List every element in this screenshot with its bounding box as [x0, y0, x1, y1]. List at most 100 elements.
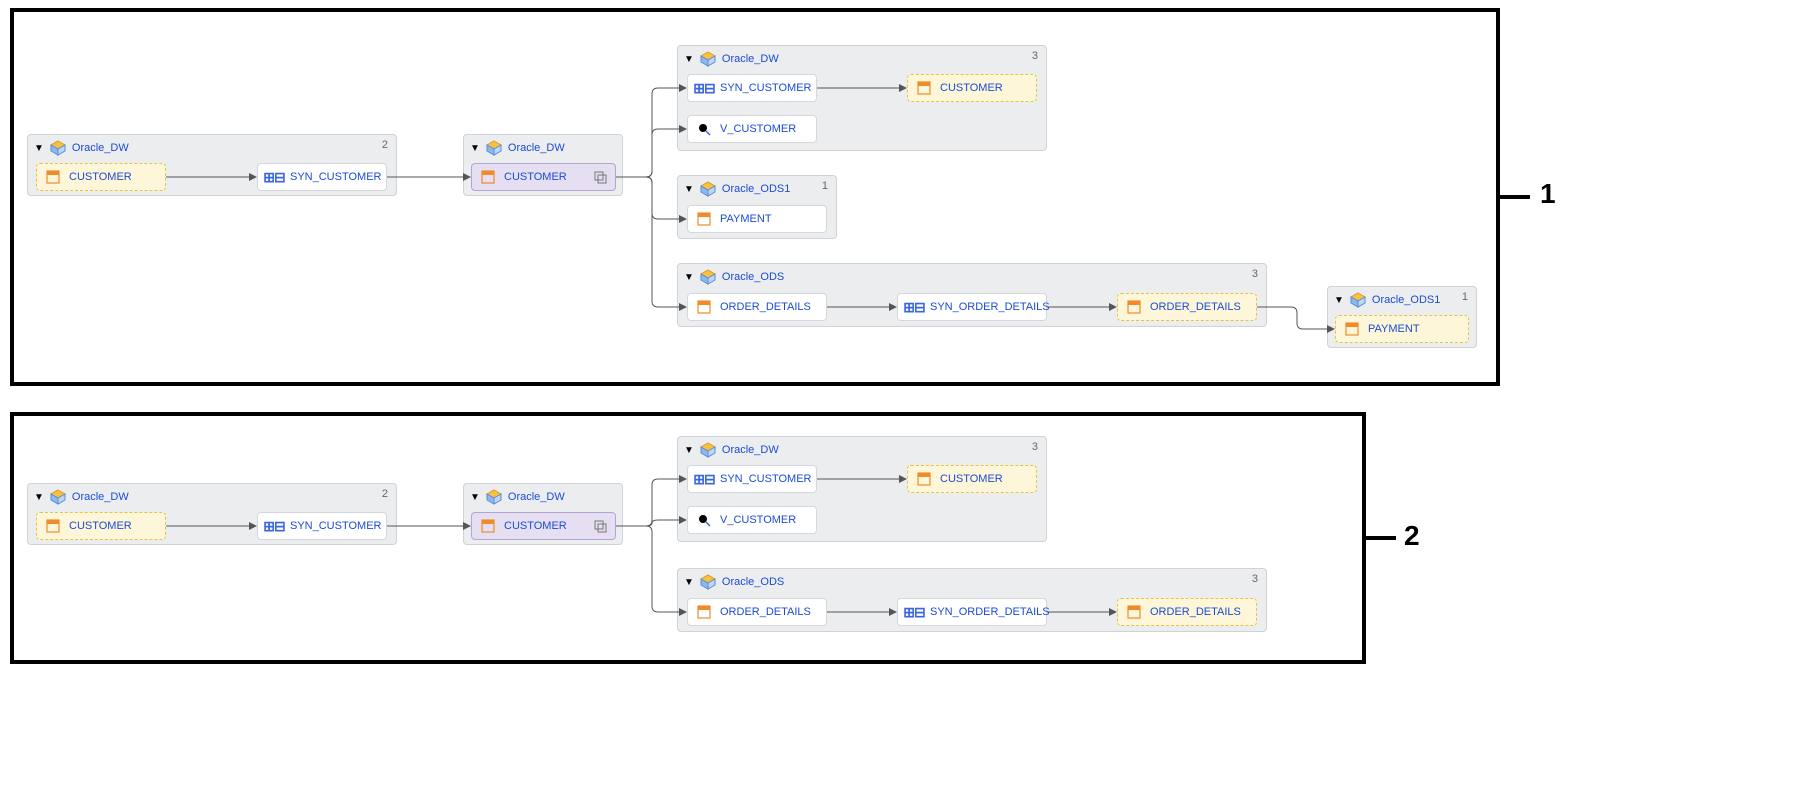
table-icon [916, 471, 932, 487]
container-title: Oracle_DW [72, 142, 129, 154]
node-customer-source[interactable]: CUSTOMER [36, 163, 166, 191]
node-label: SYN_CUSTOMER [720, 82, 811, 94]
container-title: Oracle_ODS1 [722, 183, 790, 195]
container-title: Oracle_ODS [722, 576, 784, 588]
node-label: ORDER_DETAILS [720, 606, 811, 618]
node-order-details-1[interactable]: ORDER_DETAILS [687, 598, 827, 626]
container-title: Oracle_ODS [722, 271, 784, 283]
panel-2-label-dash [1366, 536, 1396, 540]
table-icon [480, 169, 496, 185]
datasource-cube-icon [700, 574, 716, 590]
table-icon [696, 604, 712, 620]
collapse-triangle-icon[interactable]: ▼ [684, 54, 694, 65]
container-title: Oracle_DW [722, 444, 779, 456]
node-label: CUSTOMER [504, 171, 567, 183]
node-v-customer[interactable]: V_CUSTOMER [687, 506, 817, 534]
node-syn-customer-1[interactable]: ⊞⊟ SYN_CUSTOMER [257, 512, 387, 540]
table-icon [45, 169, 61, 185]
node-label: SYN_CUSTOMER [290, 520, 381, 532]
node-label: V_CUSTOMER [720, 123, 796, 135]
table-icon [480, 518, 496, 534]
collapse-triangle-icon[interactable]: ▼ [1334, 295, 1344, 306]
table-icon [916, 80, 932, 96]
container-title: Oracle_ODS1 [1372, 294, 1440, 306]
node-label: CUSTOMER [69, 171, 132, 183]
node-syn-customer-2[interactable]: ⊞⊟ SYN_CUSTOMER [687, 74, 817, 102]
copy-icon [593, 170, 607, 184]
synonym-icon: ⊞⊟ [906, 299, 922, 315]
table-icon [1344, 321, 1360, 337]
datasource-cube-icon [50, 489, 66, 505]
node-label: PAYMENT [720, 213, 772, 225]
datasource-cube-icon [700, 442, 716, 458]
node-label: CUSTOMER [940, 473, 1003, 485]
datasource-cube-icon [700, 51, 716, 67]
node-syn-order-details[interactable]: ⊞⊟ SYN_ORDER_DETAILS [897, 293, 1047, 321]
datasource-cube-icon [700, 269, 716, 285]
container-badge: 3 [1032, 441, 1038, 453]
container-title: Oracle_DW [508, 142, 565, 154]
container-badge: 3 [1252, 573, 1258, 585]
collapse-triangle-icon[interactable]: ▼ [684, 577, 694, 588]
datasource-cube-icon [486, 489, 502, 505]
synonym-icon: ⊞⊟ [266, 169, 282, 185]
node-label: SYN_CUSTOMER [290, 171, 381, 183]
node-payment-2[interactable]: PAYMENT [1335, 315, 1469, 343]
table-icon [1126, 604, 1142, 620]
panel-1-label: 1 [1540, 178, 1556, 210]
node-order-details-2[interactable]: ORDER_DETAILS [1117, 293, 1257, 321]
node-syn-customer-1[interactable]: ⊞⊟ SYN_CUSTOMER [257, 163, 387, 191]
datasource-cube-icon [700, 181, 716, 197]
container-badge: 1 [822, 180, 828, 192]
diagram-canvas: 1 ▼ Oracle_DW 2 CUSTOMER ⊞⊟ SYN_CUSTOMER… [0, 0, 1806, 808]
container-badge: 2 [382, 488, 388, 500]
node-order-details-1[interactable]: ORDER_DETAILS [687, 293, 827, 321]
synonym-icon: ⊞⊟ [906, 604, 922, 620]
container-badge: 1 [1462, 291, 1468, 303]
node-label: V_CUSTOMER [720, 514, 796, 526]
node-v-customer[interactable]: V_CUSTOMER [687, 115, 817, 143]
panel-2-label: 2 [1404, 520, 1420, 552]
node-payment-1[interactable]: PAYMENT [687, 205, 827, 233]
collapse-triangle-icon[interactable]: ▼ [684, 272, 694, 283]
node-customer-source[interactable]: CUSTOMER [36, 512, 166, 540]
datasource-cube-icon [50, 140, 66, 156]
table-icon [696, 299, 712, 315]
view-icon [696, 121, 712, 137]
panel-1-label-dash [1500, 195, 1530, 199]
node-order-details-2[interactable]: ORDER_DETAILS [1117, 598, 1257, 626]
node-label: ORDER_DETAILS [1150, 301, 1241, 313]
node-syn-customer-2[interactable]: ⊞⊟ SYN_CUSTOMER [687, 465, 817, 493]
collapse-triangle-icon[interactable]: ▼ [684, 184, 694, 195]
container-badge: 3 [1032, 50, 1038, 62]
node-customer-mid[interactable]: CUSTOMER [471, 512, 616, 540]
view-icon [696, 512, 712, 528]
node-customer-target[interactable]: CUSTOMER [907, 465, 1037, 493]
collapse-triangle-icon[interactable]: ▼ [34, 143, 44, 154]
node-label: PAYMENT [1368, 323, 1420, 335]
collapse-triangle-icon[interactable]: ▼ [684, 445, 694, 456]
container-badge: 2 [382, 139, 388, 151]
node-label: CUSTOMER [940, 82, 1003, 94]
node-customer-mid[interactable]: CUSTOMER [471, 163, 616, 191]
copy-icon [593, 519, 607, 533]
collapse-triangle-icon[interactable]: ▼ [34, 492, 44, 503]
collapse-triangle-icon[interactable]: ▼ [470, 492, 480, 503]
collapse-triangle-icon[interactable]: ▼ [470, 143, 480, 154]
node-customer-target[interactable]: CUSTOMER [907, 74, 1037, 102]
table-icon [45, 518, 61, 534]
container-badge: 3 [1252, 268, 1258, 280]
node-label: ORDER_DETAILS [1150, 606, 1241, 618]
table-icon [1126, 299, 1142, 315]
synonym-icon: ⊞⊟ [696, 471, 712, 487]
node-label: SYN_ORDER_DETAILS [930, 301, 1050, 313]
container-title: Oracle_DW [72, 491, 129, 503]
container-title: Oracle_DW [508, 491, 565, 503]
datasource-cube-icon [486, 140, 502, 156]
table-icon [696, 211, 712, 227]
node-label: SYN_ORDER_DETAILS [930, 606, 1050, 618]
node-label: ORDER_DETAILS [720, 301, 811, 313]
node-syn-order-details[interactable]: ⊞⊟ SYN_ORDER_DETAILS [897, 598, 1047, 626]
datasource-cube-icon [1350, 292, 1366, 308]
synonym-icon: ⊞⊟ [266, 518, 282, 534]
